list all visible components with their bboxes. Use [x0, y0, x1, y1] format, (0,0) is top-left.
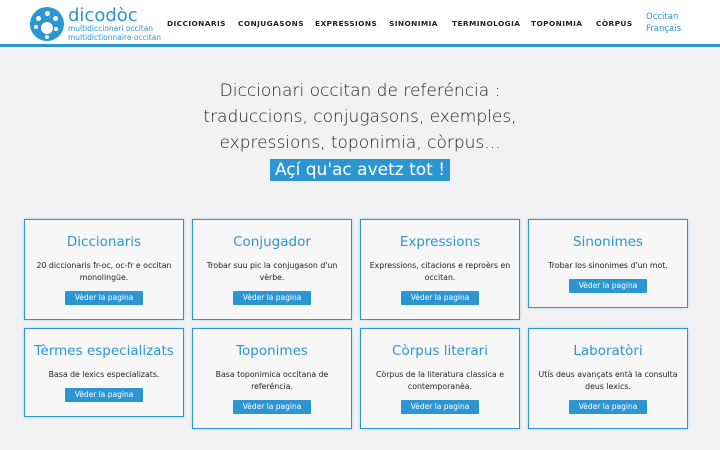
hero-line-2: traduccions, conjugasons, exemples,: [203, 107, 517, 127]
view-page-button[interactable]: Vèder la pagina: [568, 400, 648, 414]
card-title: Laboratòri: [573, 343, 643, 359]
logo-name: dicodòc: [68, 5, 138, 26]
nav-diccionaris[interactable]: DICCIONARIS: [167, 19, 226, 28]
hero-highlight: Açí qu'ac avetz tot !: [269, 159, 451, 181]
card-description: Trobar los sinonimes d'un mot.: [548, 261, 668, 270]
card-description: Còrpus de la literatura classica e conte…: [376, 370, 504, 391]
card-title: Diccionaris: [66, 234, 142, 250]
card-sinonimes: Sinonimes Trobar los sinonimes d'un mot.…: [528, 219, 688, 308]
card-description: Basa toponimica occitana de referéncia.: [215, 370, 329, 391]
card-description: Trobar suu pic la conjugason d'un vèrbe.: [206, 261, 338, 282]
card-title: Sinonimes: [573, 234, 643, 250]
view-page-button[interactable]: Vèder la pagina: [568, 279, 648, 293]
hero: Diccionari occitan de referéncia : tradu…: [0, 78, 720, 181]
logo-icon: [30, 7, 64, 41]
card-title: Conjugador: [233, 234, 311, 250]
lang-francais[interactable]: Français: [646, 23, 681, 36]
nav-toponimia[interactable]: TOPONIMIA: [531, 19, 582, 28]
card-description: Expressions, citacions e reproèrs en occ…: [369, 261, 511, 282]
card-termes-especializats: Tèrmes especializats Basa de lexics espe…: [24, 328, 184, 417]
card-expressions: Expressions Expressions, citacions e rep…: [360, 219, 520, 320]
card-conjugador: Conjugador Trobar suu pic la conjugason …: [192, 219, 352, 320]
nav-sinonimia[interactable]: SINONIMIA: [389, 19, 438, 28]
card-description: Basa de lexics especializats.: [48, 370, 160, 379]
card-corpus-literari: Còrpus literari Còrpus de la literatura …: [360, 328, 520, 429]
hero-line-3: expressions, toponimia, còrpus...: [219, 133, 501, 153]
card-diccionaris: Diccionaris 20 diccionaris fr-oc, oc-fr …: [24, 219, 184, 320]
view-page-button[interactable]: Vèder la pagina: [64, 388, 144, 402]
nav-expressions[interactable]: EXPRESSIONS: [315, 19, 377, 28]
hero-line-1: Diccionari occitan de referéncia :: [219, 81, 501, 101]
view-page-button[interactable]: Vèder la pagina: [64, 291, 144, 305]
view-page-button[interactable]: Vèder la pagina: [400, 400, 480, 414]
site-header: dicodòc multidiccionari occitan multidic…: [0, 0, 720, 47]
card-description: 20 diccionaris fr-oc, oc-fr e occitan mo…: [36, 261, 172, 282]
card-title: Còrpus literari: [392, 343, 488, 359]
site-logo[interactable]: dicodòc multidiccionari occitan multidic…: [30, 6, 161, 42]
nav-terminologia[interactable]: TERMINOLOGIA: [452, 19, 520, 28]
card-title: Toponimes: [236, 343, 308, 359]
logo-subtitle-fr: multidictionnaire occitan: [68, 32, 162, 42]
card-title: Tèrmes especializats: [34, 343, 174, 359]
view-page-button[interactable]: Vèder la pagina: [232, 400, 312, 414]
nav-conjugasons[interactable]: CONJUGASONS: [238, 19, 304, 28]
card-toponimes: Toponimes Basa toponimica occitana de re…: [192, 328, 352, 429]
view-page-button[interactable]: Vèder la pagina: [232, 291, 312, 305]
view-page-button[interactable]: Vèder la pagina: [400, 291, 480, 305]
nav-corpus[interactable]: CÒRPUS: [596, 19, 633, 28]
card-laboratori: Laboratòri Utís deus avançats entà la co…: [528, 328, 688, 429]
card-description: Utís deus avançats entà la consulta deus…: [538, 370, 678, 391]
card-title: Expressions: [399, 234, 481, 250]
